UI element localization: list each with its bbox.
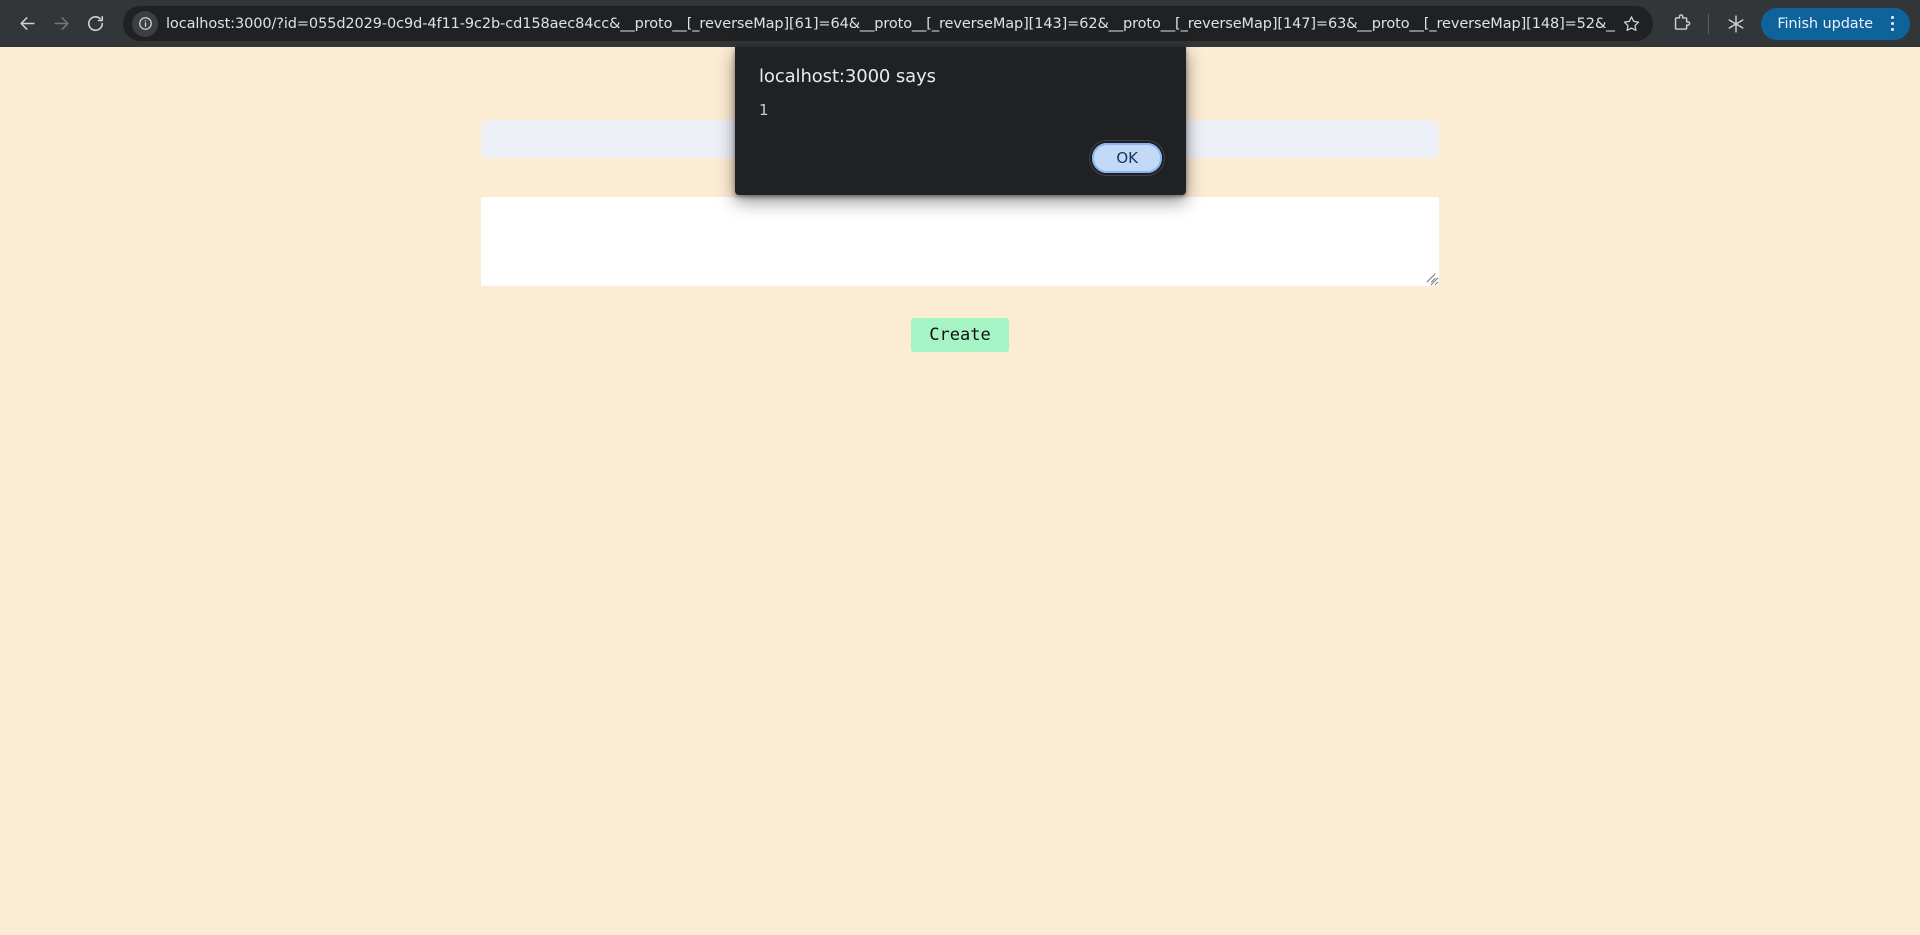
dialog-title: localhost:3000 says xyxy=(759,66,936,87)
back-icon[interactable] xyxy=(10,7,44,41)
reload-icon[interactable] xyxy=(78,7,112,41)
create-button[interactable]: Create xyxy=(911,318,1009,353)
body-textarea[interactable] xyxy=(481,197,1439,286)
browser-window: localhost:3000/?id=055d2029-0c9d-4f11-9c… xyxy=(0,0,1920,935)
url-text[interactable]: localhost:3000/?id=055d2029-0c9d-4f11-9c… xyxy=(166,14,1615,34)
finish-update-label: Finish update xyxy=(1777,15,1873,32)
javascript-alert-dialog: localhost:3000 says 1 OK xyxy=(735,47,1186,195)
dialog-message: 1 xyxy=(759,101,769,119)
bookmark-star-icon[interactable] xyxy=(1617,10,1645,38)
toolbar-divider xyxy=(1708,13,1710,34)
dialog-actions: OK xyxy=(1090,141,1164,175)
browser-toolbar: localhost:3000/?id=055d2029-0c9d-4f11-9c… xyxy=(0,0,1920,47)
browser-menu-icon[interactable] xyxy=(1880,12,1904,36)
create-button-row: Create xyxy=(481,318,1439,353)
dialog-ok-button[interactable]: OK xyxy=(1090,141,1164,175)
finish-update-button[interactable]: Finish update xyxy=(1761,7,1910,40)
extensions-puzzle-icon[interactable] xyxy=(1664,7,1698,41)
forward-icon[interactable] xyxy=(44,7,78,41)
address-bar[interactable]: localhost:3000/?id=055d2029-0c9d-4f11-9c… xyxy=(123,6,1654,41)
site-info-icon[interactable] xyxy=(132,10,158,37)
gemini-sparkle-icon[interactable] xyxy=(1719,7,1753,41)
